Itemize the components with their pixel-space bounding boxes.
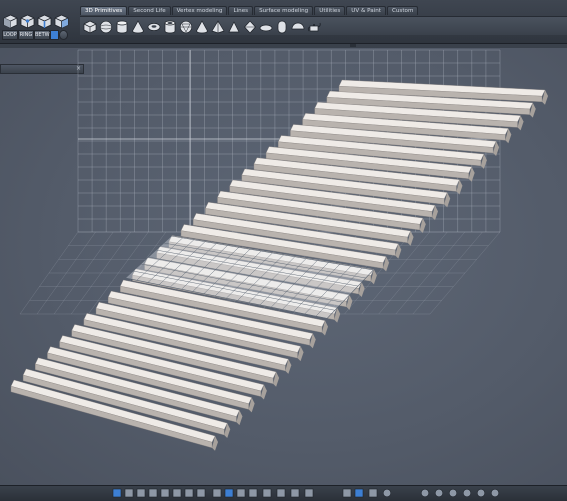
sphere-icon[interactable] (99, 19, 113, 34)
view-tri-icon[interactable] (160, 488, 170, 498)
axis-icon[interactable] (304, 488, 314, 498)
top-toolbar: LOOP RING BETW 3D Primitives Second Life… (0, 0, 567, 44)
octahedron-icon[interactable] (243, 19, 257, 34)
prism-icon[interactable] (227, 19, 241, 33)
view-split-h-icon[interactable] (124, 488, 134, 498)
tab-surface-modeling[interactable]: Surface modeling (254, 6, 314, 15)
frame-icon[interactable] (262, 488, 272, 498)
light-icon[interactable] (420, 488, 430, 498)
ring-button[interactable]: RING (18, 30, 34, 40)
settings-icon[interactable] (490, 488, 500, 498)
bottom-toolbar (0, 485, 567, 501)
cube-face-icon[interactable] (54, 14, 69, 29)
cube-vertex-icon[interactable] (20, 14, 35, 29)
grid-toggle-icon[interactable] (184, 488, 194, 498)
loop-button[interactable]: LOOP (2, 30, 18, 40)
tab-utilities[interactable]: Utilities (314, 6, 346, 15)
view-single-icon[interactable] (112, 488, 122, 498)
hemisphere-icon[interactable] (291, 19, 305, 33)
snap-grid-icon[interactable] (248, 488, 258, 498)
globe-icon[interactable] (382, 488, 392, 498)
cube-edge-icon[interactable] (37, 14, 52, 29)
3d-viewport[interactable]: × (0, 44, 567, 485)
view-four-icon[interactable] (172, 488, 182, 498)
preview-icon[interactable] (476, 488, 486, 498)
window-title (0, 0, 76, 6)
tab-3d-primitives[interactable]: 3D Primitives (80, 6, 128, 15)
tab-uv-paint[interactable]: UV & Paint (346, 6, 386, 15)
tab-lines[interactable]: Lines (228, 6, 254, 15)
sphere-shade-icon[interactable] (462, 488, 472, 498)
cylinder-icon[interactable] (115, 19, 129, 34)
scene-canvas (10, 49, 548, 451)
shaded-icon[interactable] (224, 488, 234, 498)
bounding-icon[interactable] (276, 488, 286, 498)
render-icon[interactable] (448, 488, 458, 498)
eye-icon[interactable] (290, 488, 300, 498)
teapot-icon[interactable] (307, 19, 321, 33)
cube-select-icon[interactable] (3, 14, 18, 29)
deselect-icon[interactable] (59, 30, 68, 40)
cube-icon[interactable] (83, 19, 97, 34)
tab-second-life[interactable]: Second Life (128, 6, 171, 15)
between-button[interactable]: BETW (34, 30, 50, 40)
geosphere-icon[interactable] (179, 19, 193, 34)
scale-icon[interactable] (368, 488, 378, 498)
view-split-v-icon[interactable] (136, 488, 146, 498)
tube-icon[interactable] (163, 19, 177, 34)
view-quad-icon[interactable] (148, 488, 158, 498)
cone-icon[interactable] (131, 19, 145, 34)
tab-custom[interactable]: Custom (386, 6, 419, 15)
torus-icon[interactable] (147, 19, 161, 33)
cone-icon[interactable] (195, 19, 209, 34)
tab-vertex-modeling[interactable]: Vertex modeling (171, 6, 228, 15)
pyramid-icon[interactable] (211, 19, 225, 34)
wireframe-icon[interactable] (212, 488, 222, 498)
move-icon[interactable] (354, 488, 364, 498)
textured-icon[interactable] (236, 488, 246, 498)
select-icon[interactable] (342, 488, 352, 498)
select-mode-icon[interactable] (50, 30, 59, 40)
material-icon[interactable] (434, 488, 444, 498)
camera-icon[interactable] (196, 488, 206, 498)
primitives-toolbar (80, 16, 567, 35)
disk-icon[interactable] (259, 19, 273, 33)
capsule-icon[interactable] (275, 19, 289, 34)
tab-bar: 3D Primitives Second Life Vertex modelin… (80, 6, 419, 15)
